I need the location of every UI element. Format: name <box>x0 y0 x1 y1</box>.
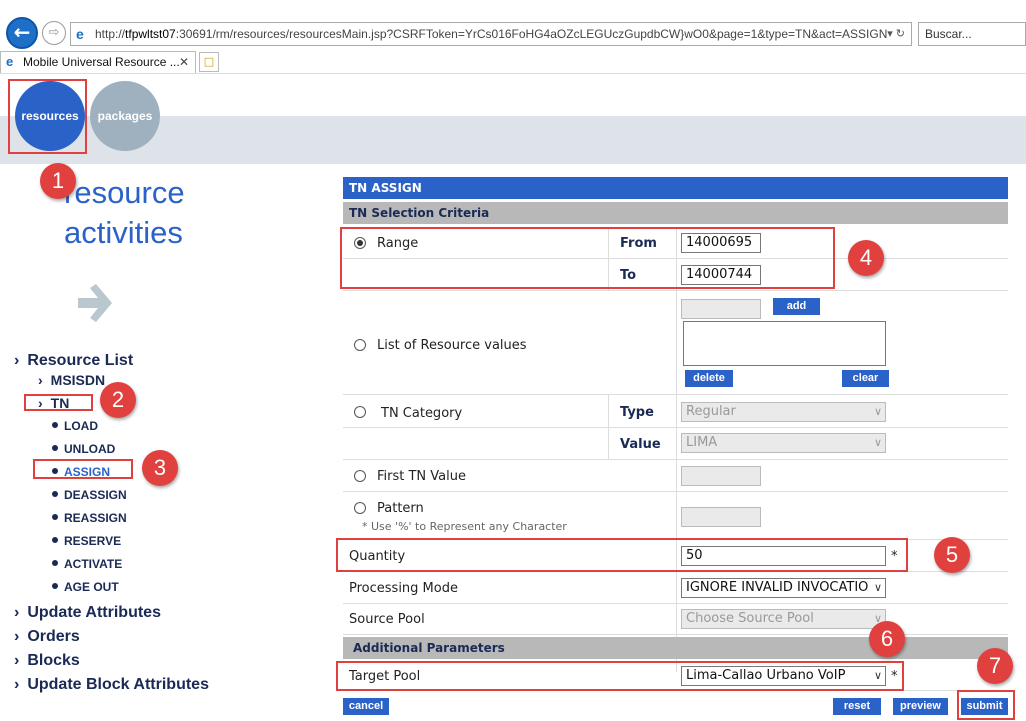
page-title-line2: activities <box>64 215 183 250</box>
marker-3: 3 <box>142 450 178 486</box>
chevron-right-icon: › <box>14 676 20 693</box>
pattern-label: Pattern <box>377 501 424 516</box>
cancel-button[interactable]: cancel <box>343 698 389 715</box>
preview-button[interactable]: preview <box>893 698 948 715</box>
processing-select[interactable]: IGNORE INVALID INVOCATIO ∨ <box>681 578 886 598</box>
chevron-down-icon: ∨ <box>873 405 882 418</box>
clear-button[interactable]: clear <box>842 370 889 387</box>
category-radio[interactable] <box>354 406 366 418</box>
highlight-quantity <box>336 538 908 572</box>
divider <box>676 229 677 672</box>
bullet-icon <box>52 491 58 497</box>
pattern-radio[interactable] <box>354 502 366 514</box>
source-pool-label: Source Pool <box>349 612 425 627</box>
page-title-line1: resource <box>64 175 185 210</box>
value-label: Value <box>620 437 661 452</box>
value-select[interactable]: LIMA ∨ <box>681 433 886 453</box>
list-radio[interactable] <box>354 339 366 351</box>
nav-msisdn[interactable]: › MSISDN <box>38 372 105 388</box>
type-select[interactable]: Regular ∨ <box>681 402 886 422</box>
chevron-right-icon: › <box>14 604 20 621</box>
close-tab-icon[interactable]: ✕ <box>179 52 189 72</box>
refresh-icon[interactable]: ▾ ↻ <box>887 23 905 45</box>
ie-tab-icon: e <box>6 54 14 69</box>
marker-1: 1 <box>40 163 76 199</box>
bullet-icon <box>52 560 58 566</box>
criteria-header: TN Selection Criteria <box>343 202 1008 224</box>
list-value-input[interactable] <box>681 299 761 319</box>
marker-2: 2 <box>100 382 136 418</box>
marker-5: 5 <box>934 537 970 573</box>
browser-tab[interactable]: e Mobile Universal Resource ... ✕ <box>0 51 196 73</box>
first-tn-input[interactable] <box>681 466 761 486</box>
add-button[interactable]: add <box>773 298 820 315</box>
delete-button[interactable]: delete <box>685 370 733 387</box>
type-label: Type <box>620 405 654 420</box>
nav-update-block-attributes[interactable]: › Update Block Attributes <box>14 676 209 694</box>
new-tab-icon[interactable]: □ <box>199 52 219 72</box>
chevron-down-icon: ∨ <box>873 581 882 594</box>
bullet-icon <box>52 422 58 428</box>
nav-resource-list[interactable]: › Resource List <box>14 352 133 370</box>
nav-orders[interactable]: › Orders <box>14 628 80 646</box>
bullet-icon <box>52 514 58 520</box>
reset-button[interactable]: reset <box>833 698 881 715</box>
nav-tn-deassign[interactable]: DEASSIGN <box>52 488 127 502</box>
url-rest: :30691/rm/resources/resourcesMain.jsp?CS… <box>175 27 888 41</box>
nav-tn-activate[interactable]: ACTIVATE <box>52 557 122 571</box>
address-bar[interactable]: e http://tfpwltst07:30691/rm/resources/r… <box>70 22 912 46</box>
list-label: List of Resource values <box>377 338 527 353</box>
url-host: tfpwltst07 <box>125 27 176 41</box>
first-tn-label: First TN Value <box>377 469 466 484</box>
source-pool-select[interactable]: Choose Source Pool ∨ <box>681 609 886 629</box>
nav-tn-age-out[interactable]: AGE OUT <box>52 580 119 594</box>
pattern-input[interactable] <box>681 507 761 527</box>
packages-tab[interactable]: packages <box>90 81 160 151</box>
processing-label: Processing Mode <box>349 581 458 596</box>
nav-tn-reassign[interactable]: REASSIGN <box>52 511 127 525</box>
bullet-icon <box>52 445 58 451</box>
chevron-right-icon: › <box>14 628 20 645</box>
highlight-assign <box>33 459 133 479</box>
marker-6: 6 <box>869 621 905 657</box>
nav-tn-reserve[interactable]: RESERVE <box>52 534 121 548</box>
bullet-icon <box>52 537 58 543</box>
highlight-target-pool <box>336 661 904 691</box>
first-tn-radio[interactable] <box>354 470 366 482</box>
marker-4: 4 <box>848 240 884 276</box>
tab-title: Mobile Universal Resource ... <box>23 55 180 69</box>
url-prefix: http:// <box>95 27 126 41</box>
chevron-right-icon: › <box>38 372 43 388</box>
list-values-textarea[interactable] <box>683 321 886 366</box>
nav-tn-unload[interactable]: UNLOAD <box>52 442 115 456</box>
ie-logo-icon: e <box>76 26 84 42</box>
marker-7: 7 <box>977 648 1013 684</box>
pattern-hint: * Use '%' to Represent any Character <box>362 520 567 533</box>
back-arrow-icon[interactable]: ← <box>6 17 38 49</box>
nav-update-attributes[interactable]: › Update Attributes <box>14 604 161 622</box>
browser-chrome: ← ⇨ e http://tfpwltst07:30691/rm/resourc… <box>0 0 1026 74</box>
highlight-resources <box>8 79 87 154</box>
category-label: TN Category <box>381 406 463 421</box>
highlight-tn <box>24 394 93 411</box>
nav-blocks[interactable]: › Blocks <box>14 652 80 670</box>
search-input[interactable]: Buscar... <box>918 22 1026 46</box>
divider <box>608 395 609 460</box>
chevron-right-icon: › <box>14 652 20 669</box>
highlight-range <box>340 227 835 289</box>
right-arrow-icon <box>78 284 112 322</box>
chevron-down-icon: ∨ <box>873 436 882 449</box>
additional-header: Additional Parameters <box>343 637 1008 659</box>
forward-arrow-icon[interactable]: ⇨ <box>42 21 66 45</box>
highlight-submit <box>957 690 1015 720</box>
nav-tn-load[interactable]: LOAD <box>52 419 98 433</box>
form-header: TN ASSIGN <box>343 177 1008 199</box>
chevron-right-icon: › <box>14 352 20 369</box>
bullet-icon <box>52 583 58 589</box>
